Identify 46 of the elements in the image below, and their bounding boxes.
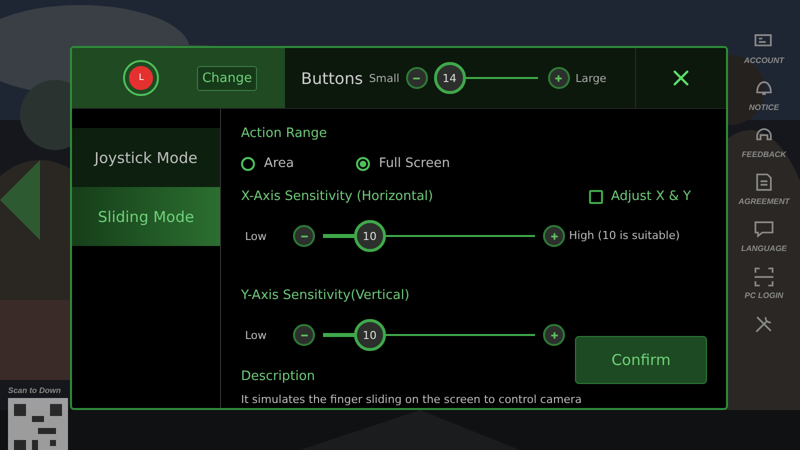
slider-track[interactable]: 10	[323, 220, 535, 252]
minus-button[interactable]	[293, 324, 315, 346]
plus-button[interactable]	[543, 324, 565, 346]
section-title: X-Axis Sensitivity (Horizontal)	[241, 189, 434, 204]
menu-icon[interactable]	[752, 265, 776, 289]
side-menu-label[interactable]: AGREEMENT	[738, 197, 790, 206]
plus-icon	[548, 330, 560, 340]
max-label: High (10 is suitable)	[569, 228, 680, 244]
radio-button[interactable]	[356, 156, 370, 170]
qr-code	[8, 398, 68, 450]
qr-caption: Scan to Down	[8, 386, 62, 395]
side-menu-label[interactable]: LANGUAGE	[741, 244, 787, 253]
key-button[interactable]: L	[123, 60, 160, 96]
min-label: Small	[368, 72, 400, 84]
checkbox-label[interactable]: Adjust X & Y	[610, 189, 691, 204]
mode-tab[interactable]: Sliding Mode	[72, 187, 220, 246]
section-title: Action Range	[241, 126, 328, 141]
side-menu-label[interactable]: ACCOUNT	[744, 56, 784, 65]
description-text: It simulates the finger sliding on the screen to control camera	[241, 393, 582, 406]
slider-thumb[interactable]: 14	[434, 62, 466, 94]
max-label: Large	[576, 72, 606, 84]
minus-button[interactable]	[406, 67, 428, 89]
plus-button[interactable]	[548, 67, 570, 89]
radio-button[interactable]	[241, 156, 255, 170]
min-label: Low	[245, 230, 268, 242]
plus-icon	[548, 230, 560, 242]
radio-label[interactable]: Full Screen	[378, 156, 450, 171]
close-icon[interactable]	[672, 69, 690, 87]
plus-button[interactable]	[543, 225, 565, 247]
change-button[interactable]: Change	[197, 66, 257, 90]
side-menu-label[interactable]: NOTICE	[748, 103, 780, 112]
mode-tab[interactable]: Joystick Mode	[72, 128, 220, 187]
slider-thumb[interactable]: 10	[354, 220, 386, 252]
section-title: Y-Axis Sensitivity(Vertical)	[241, 288, 410, 303]
buttons-label: Buttons	[301, 68, 363, 88]
confirm-button[interactable]: Confirm	[575, 336, 707, 384]
side-menu-label[interactable]: PC LOGIN	[744, 291, 784, 300]
side-menu-label[interactable]: FEEDBACK	[742, 150, 786, 159]
minus-button[interactable]	[293, 225, 315, 247]
radio-label[interactable]: Area	[264, 156, 294, 171]
section-title: Description	[241, 369, 316, 384]
min-label: Low	[245, 328, 268, 342]
checkbox[interactable]	[588, 190, 603, 204]
plus-icon	[553, 72, 564, 84]
slider-track[interactable]: 10	[323, 319, 535, 351]
slider-thumb[interactable]: 10	[354, 319, 386, 351]
